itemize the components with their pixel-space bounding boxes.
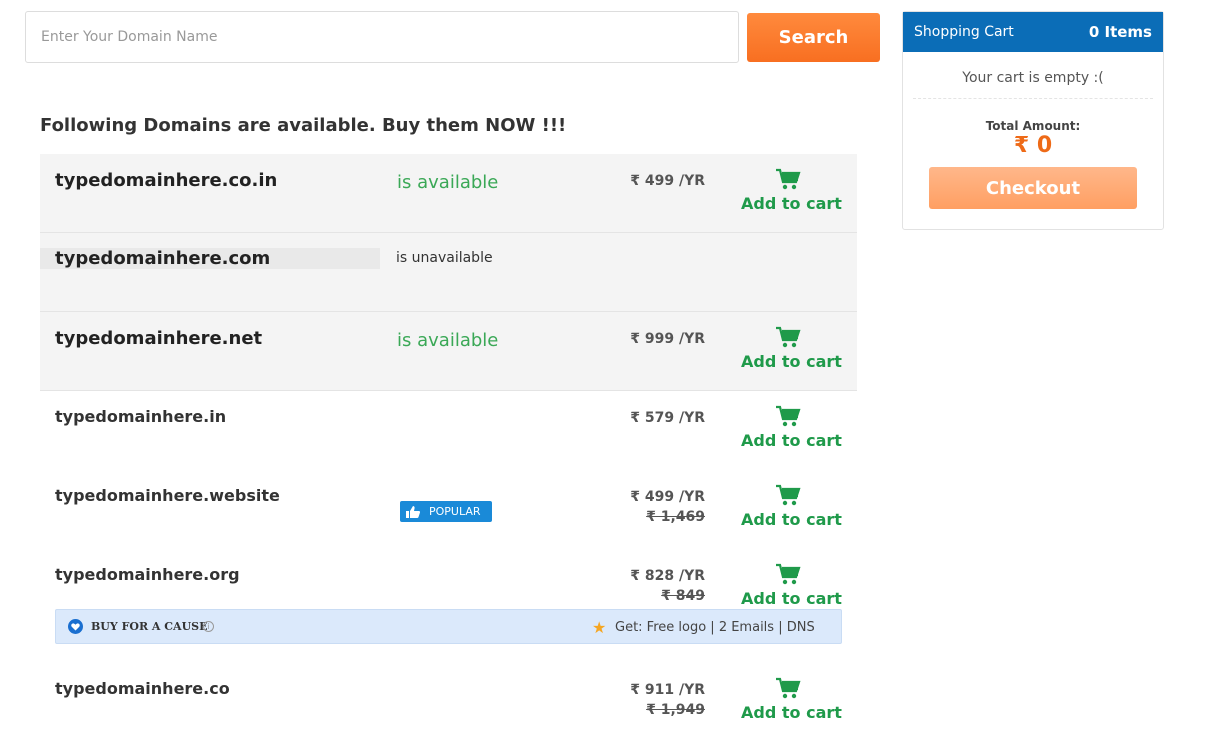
- add-to-cart-label: Add to cart: [741, 194, 842, 213]
- availability-status: is available: [397, 330, 499, 351]
- popular-badge: POPULAR: [400, 501, 492, 522]
- current-price: ₹ 499 /YR: [630, 489, 705, 505]
- availability-status: is unavailable: [396, 250, 493, 266]
- cart-icon: [776, 168, 801, 190]
- add-to-cart-label: Add to cart: [741, 589, 842, 608]
- old-price: ₹ 1,949: [646, 702, 705, 718]
- add-to-cart-button[interactable]: Add to cart: [739, 563, 844, 608]
- domain-name: typedomainhere.co.in: [55, 170, 278, 191]
- domain-search-input[interactable]: [25, 11, 739, 63]
- add-to-cart-button[interactable]: Add to cart: [739, 405, 844, 450]
- cart-icon: [776, 326, 801, 348]
- price: ₹ 999 /YR: [630, 329, 705, 349]
- domain-name: typedomainhere.org: [55, 565, 240, 584]
- add-to-cart-button[interactable]: Add to cart: [739, 677, 844, 722]
- add-to-cart-label: Add to cart: [741, 510, 842, 529]
- total-amount-label: Total Amount:: [985, 119, 1081, 133]
- cart-icon: [776, 563, 801, 585]
- domain-row: typedomainhere.co ₹ 911 /YR ₹ 1,949 Add …: [40, 663, 857, 737]
- add-to-cart-button[interactable]: Add to cart: [739, 168, 844, 213]
- buy-for-a-cause-label: BUY FOR A CAUSE: [91, 620, 208, 633]
- cause-perks: Get: Free logo | 2 Emails | DNS: [615, 620, 815, 635]
- availability-status: is available: [397, 172, 499, 193]
- domain-row: typedomainhere.co.in is available ₹ 499 …: [40, 154, 857, 233]
- add-to-cart-button[interactable]: Add to cart: [739, 484, 844, 529]
- domain-name: typedomainhere.com: [40, 248, 380, 269]
- domain-name: typedomainhere.website: [55, 486, 280, 505]
- total-amount-value: ₹ 0: [1013, 133, 1053, 158]
- add-to-cart-label: Add to cart: [741, 703, 842, 722]
- price: ₹ 828 /YR ₹ 849: [630, 566, 705, 606]
- cart-item-count: 0 Items: [1088, 23, 1152, 41]
- results-heading: Following Domains are available. Buy the…: [40, 115, 567, 136]
- add-to-cart-button[interactable]: Add to cart: [739, 326, 844, 371]
- cart-icon: [776, 484, 801, 506]
- thumbs-up-icon: [406, 505, 420, 518]
- price: ₹ 911 /YR ₹ 1,949: [630, 680, 705, 720]
- domain-row: typedomainhere.net is available ₹ 999 /Y…: [40, 312, 857, 391]
- star-icon: ★: [592, 618, 607, 637]
- info-icon[interactable]: i: [203, 621, 214, 632]
- current-price: ₹ 828 /YR: [630, 568, 705, 584]
- cart-title: Shopping Cart: [914, 24, 1014, 40]
- domain-name: typedomainhere.net: [55, 328, 263, 349]
- heart-icon: [68, 619, 83, 634]
- add-to-cart-label: Add to cart: [741, 352, 842, 371]
- domain-row: typedomainhere.org ₹ 828 /YR ₹ 849 Add t…: [40, 549, 857, 663]
- checkout-button[interactable]: Checkout: [929, 167, 1137, 209]
- search-button[interactable]: Search: [747, 13, 880, 62]
- current-price: ₹ 579 /YR: [630, 410, 705, 426]
- domain-name: typedomainhere.co: [55, 679, 230, 698]
- buy-for-a-cause-banner: BUY FOR A CAUSE i ★ Get: Free logo | 2 E…: [55, 609, 842, 644]
- old-price: ₹ 849: [661, 588, 705, 604]
- current-price: ₹ 499 /YR: [630, 173, 705, 189]
- cart-icon: [776, 677, 801, 699]
- domain-row: typedomainhere.com is unavailable: [40, 233, 857, 312]
- results-list: typedomainhere.co.in is available ₹ 499 …: [40, 154, 857, 737]
- domain-row: typedomainhere.website POPULAR ₹ 499 /YR…: [40, 470, 857, 549]
- price: ₹ 499 /YR: [630, 171, 705, 191]
- cart-empty-message: Your cart is empty :(: [913, 70, 1153, 99]
- old-price: ₹ 1,469: [646, 509, 705, 525]
- current-price: ₹ 999 /YR: [630, 331, 705, 347]
- popular-badge-label: POPULAR: [429, 505, 481, 518]
- domain-row: typedomainhere.in ₹ 579 /YR Add to cart: [40, 391, 857, 470]
- cart-icon: [776, 405, 801, 427]
- shopping-cart-panel: Shopping Cart 0 Items Your cart is empty…: [902, 11, 1164, 230]
- price: ₹ 579 /YR: [630, 408, 705, 428]
- domain-name: typedomainhere.in: [55, 407, 227, 426]
- price: ₹ 499 /YR ₹ 1,469: [630, 487, 705, 527]
- add-to-cart-label: Add to cart: [741, 431, 842, 450]
- current-price: ₹ 911 /YR: [630, 682, 705, 698]
- cart-header: Shopping Cart 0 Items: [903, 12, 1163, 52]
